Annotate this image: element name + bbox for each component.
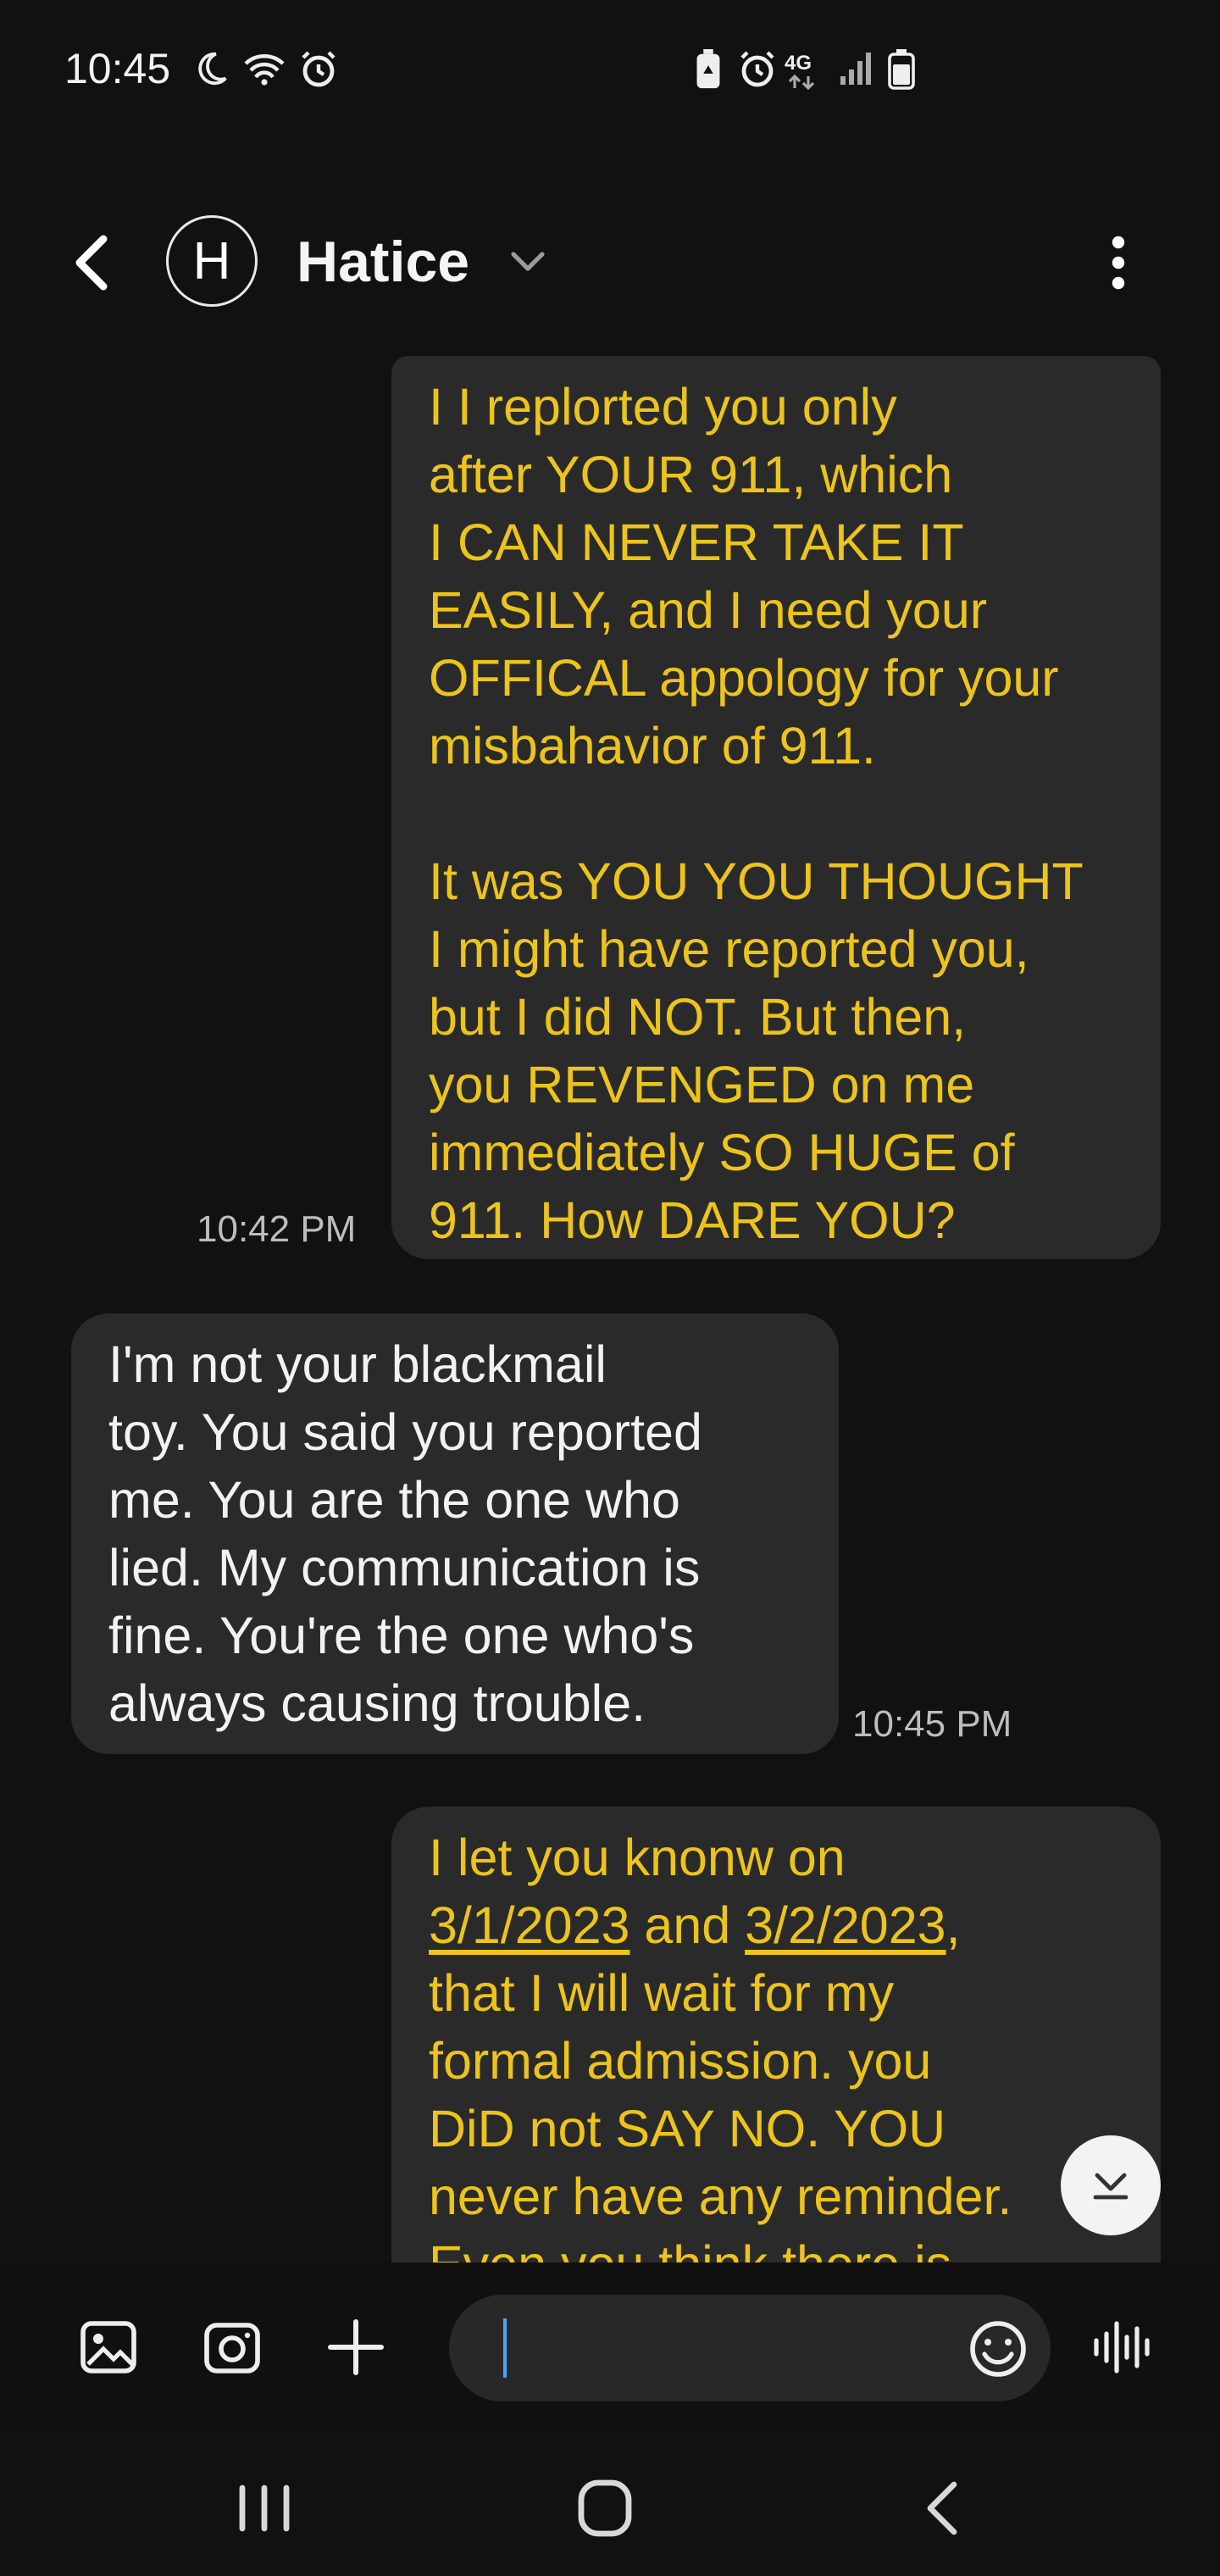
- date-link[interactable]: 3/1/2023: [429, 1896, 629, 1954]
- message-bubble-received[interactable]: I'm not your blackmail toy. You said you…: [71, 1313, 839, 1754]
- signal-icon: [840, 53, 871, 85]
- gallery-icon[interactable]: [75, 2313, 142, 2381]
- back-button[interactable]: [59, 229, 127, 297]
- message-bubble-sent[interactable]: I I replorted you only after YOUR 911, w…: [391, 356, 1161, 1259]
- message-text: and: [629, 1896, 746, 1954]
- message-timestamp: 10:42 PM: [197, 1208, 357, 1250]
- emoji-icon[interactable]: [964, 2315, 1032, 2383]
- date-link[interactable]: 3/2/2023: [745, 1896, 946, 1954]
- svg-text:4G: 4G: [785, 52, 812, 75]
- home-button[interactable]: [563, 2474, 647, 2542]
- battery-icon: [888, 49, 915, 90]
- chevron-down-icon[interactable]: [507, 244, 549, 278]
- message-text: I let you knonw on: [429, 1829, 846, 1886]
- message-list[interactable]: I I replorted you only after YOUR 911, w…: [0, 356, 1220, 2262]
- system-navigation-bar: [0, 2440, 1220, 2576]
- recent-apps-button[interactable]: [222, 2474, 307, 2542]
- text-cursor: [503, 2318, 507, 2378]
- wifi-icon: [244, 54, 285, 86]
- avatar[interactable]: H: [166, 215, 258, 307]
- avatar-initial: H: [192, 231, 231, 291]
- contact-name[interactable]: Hatice: [297, 229, 469, 295]
- scroll-to-bottom-button[interactable]: [1061, 2135, 1161, 2235]
- status-time: 10:45: [64, 45, 171, 92]
- back-nav-button[interactable]: [903, 2474, 988, 2542]
- message-bubble-sent[interactable]: I let you knonw on 3/1/2023 and 3/2/2023…: [391, 1807, 1161, 2262]
- alarm-icon: [302, 51, 336, 87]
- moon-icon: [198, 52, 227, 86]
- conversation-header: H Hatice: [0, 195, 1220, 330]
- camera-icon[interactable]: [198, 2313, 266, 2381]
- message-input[interactable]: [449, 2295, 1051, 2401]
- battery-saver-icon: [696, 49, 720, 89]
- alarm-icon: [740, 51, 774, 87]
- more-options-button[interactable]: [1093, 229, 1144, 297]
- status-bar: 10:45 4G: [0, 0, 1220, 144]
- add-icon[interactable]: [322, 2313, 390, 2381]
- message-timestamp: 10:45 PM: [852, 1703, 1012, 1745]
- voice-record-icon[interactable]: [1090, 2313, 1157, 2381]
- composer-bar: [0, 2262, 1220, 2432]
- scroll-down-icon: [1093, 2173, 1128, 2200]
- 4g-icon: 4G: [785, 52, 815, 90]
